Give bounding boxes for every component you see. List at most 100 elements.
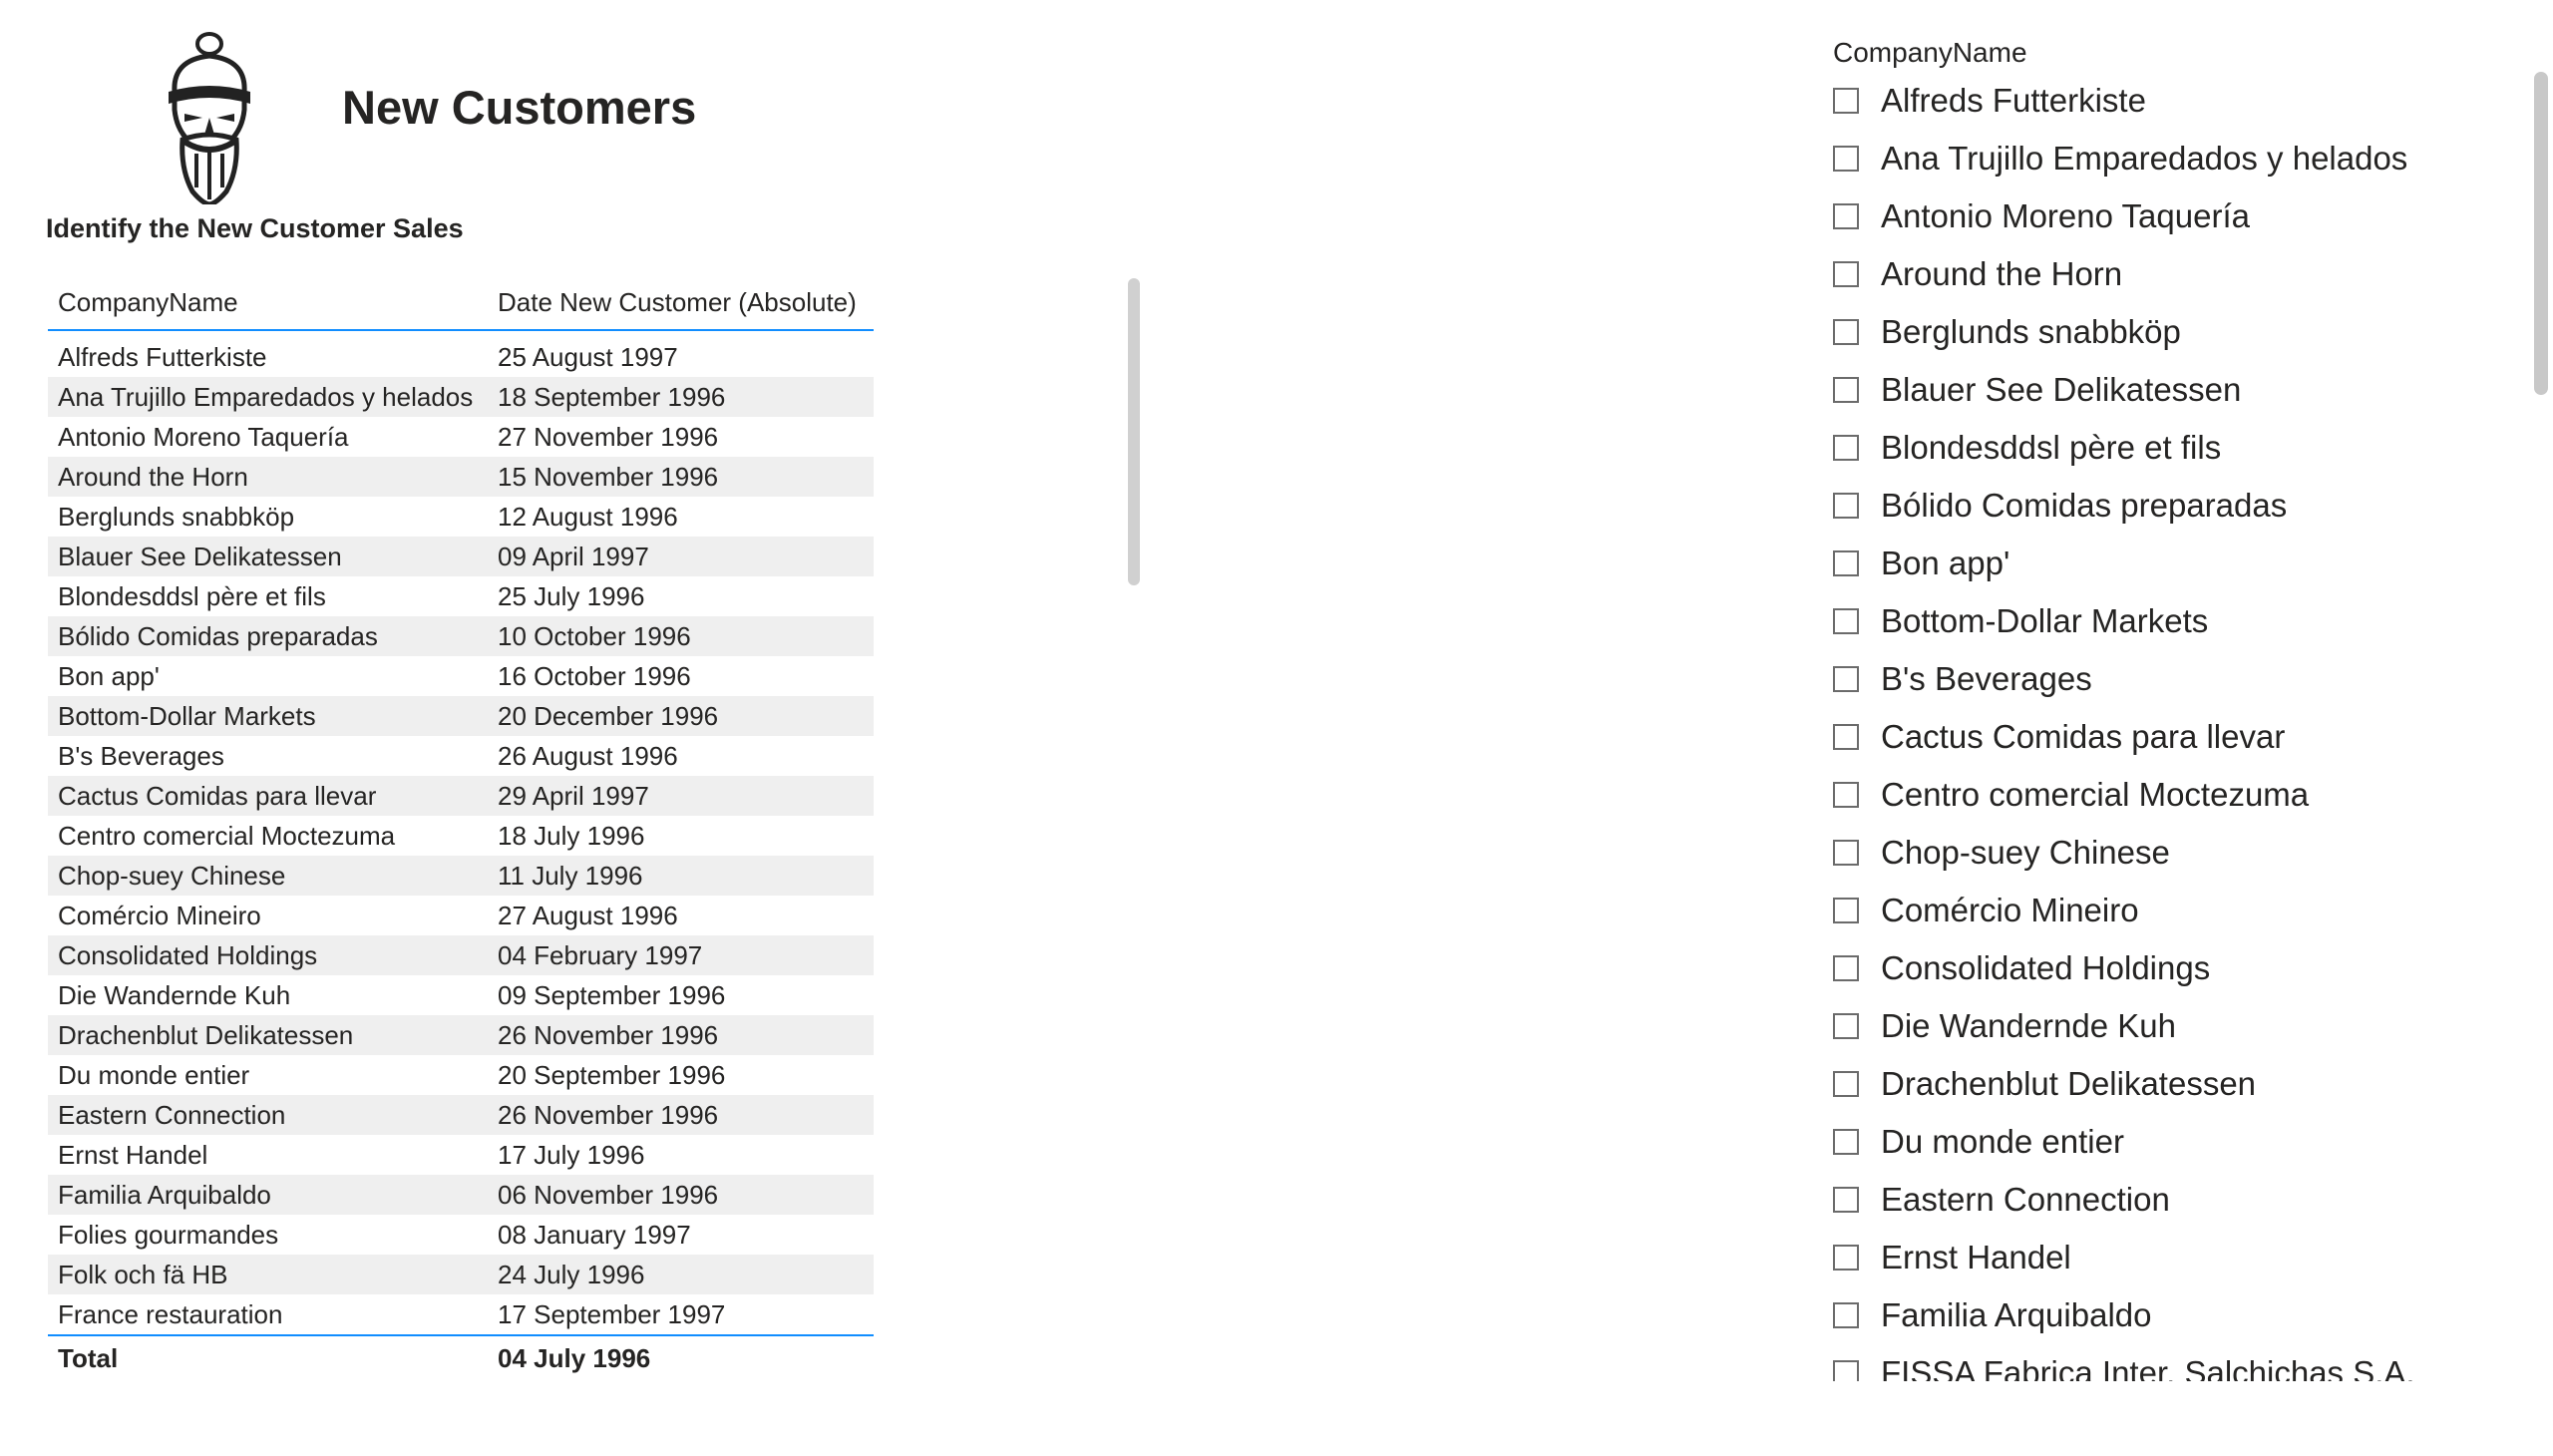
table-row[interactable]: Ernst Handel 17 July 1996 — [48, 1135, 874, 1175]
slicer-item[interactable]: Bon app' — [1833, 535, 2531, 592]
table-row[interactable]: Drachenblut Delikatessen 26 November 1996 — [48, 1015, 874, 1055]
table-row[interactable]: Ana Trujillo Emparedados y helados 18 Sep… — [48, 377, 874, 417]
checkbox[interactable] — [1833, 88, 1859, 114]
cell-date-new-customer: 24 July 1996 — [498, 1259, 645, 1289]
slicer-header: CompanyName — [1833, 37, 2027, 68]
table-row[interactable]: B's Beverages 26 August 1996 — [48, 736, 874, 776]
slicer-item-label: Du monde entier — [1881, 1123, 2124, 1160]
table-row[interactable]: Folk och fä HB 24 July 1996 — [48, 1255, 874, 1294]
checkbox[interactable] — [1833, 203, 1859, 229]
cell-companyname: B's Beverages — [58, 740, 224, 771]
cell-companyname: Antonio Moreno Taquería — [58, 421, 349, 452]
cell-date-new-customer: 10 October 1996 — [498, 620, 691, 651]
checkbox[interactable] — [1833, 898, 1859, 923]
table-row[interactable]: Bon app' 16 October 1996 — [48, 656, 874, 696]
column-header-date-new-customer[interactable]: Date New Customer (Absolute) — [488, 287, 874, 318]
cell-date-new-customer: 25 August 1997 — [498, 341, 678, 372]
checkbox[interactable] — [1833, 550, 1859, 576]
table-row[interactable]: Centro comercial Moctezuma 18 July 1996 — [48, 816, 874, 856]
slicer-item[interactable]: B's Beverages — [1833, 650, 2531, 708]
checkbox[interactable] — [1833, 840, 1859, 866]
slicer-item[interactable]: FISSA Fabrica Inter. Salchichas S.A. — [1833, 1344, 2531, 1381]
checkbox[interactable] — [1833, 1187, 1859, 1213]
table-row[interactable]: Alfreds Futterkiste 25 August 1997 — [48, 337, 874, 377]
column-header-companyname[interactable]: CompanyName — [48, 287, 488, 318]
checkbox[interactable] — [1833, 146, 1859, 172]
slicer-item[interactable]: Ana Trujillo Emparedados y helados — [1833, 130, 2531, 187]
table-header: CompanyName Date New Customer (Absolute) — [48, 275, 874, 331]
slicer-item[interactable]: Blauer See Delikatessen — [1833, 361, 2531, 419]
cell-companyname: Bon app' — [58, 660, 160, 691]
slicer-item[interactable]: Du monde entier — [1833, 1113, 2531, 1171]
cell-companyname: Folies gourmandes — [58, 1219, 279, 1250]
checkbox[interactable] — [1833, 319, 1859, 345]
table-row[interactable]: Blondesddsl père et fils 25 July 1996 — [48, 576, 874, 616]
checkbox[interactable] — [1833, 608, 1859, 634]
checkbox[interactable] — [1833, 666, 1859, 692]
slicer-item-label: Eastern Connection — [1881, 1181, 2170, 1218]
table-row[interactable]: Around the Horn 15 November 1996 — [48, 457, 874, 497]
table-row[interactable]: Consolidated Holdings 04 February 1997 — [48, 935, 874, 975]
table-row[interactable]: Chop-suey Chinese 11 July 1996 — [48, 856, 874, 896]
table-total-row: Total 04 July 1996 — [48, 1336, 874, 1380]
cell-companyname: Around the Horn — [58, 461, 248, 492]
table-row[interactable]: Antonio Moreno Taquería 27 November 1996 — [48, 417, 874, 457]
checkbox[interactable] — [1833, 724, 1859, 750]
slicer-item[interactable]: Berglunds snabbköp — [1833, 303, 2531, 361]
slicer-item[interactable]: Centro comercial Moctezuma — [1833, 766, 2531, 824]
slicer-item[interactable]: Consolidated Holdings — [1833, 939, 2531, 997]
checkbox[interactable] — [1833, 1013, 1859, 1039]
table-row[interactable]: Comércio Mineiro 27 August 1996 — [48, 896, 874, 935]
slicer-item[interactable]: Alfreds Futterkiste — [1833, 72, 2531, 130]
checkbox[interactable] — [1833, 1129, 1859, 1155]
slicer-item[interactable]: Comércio Mineiro — [1833, 882, 2531, 939]
checkbox[interactable] — [1833, 1071, 1859, 1097]
slicer-item-label: Around the Horn — [1881, 255, 2123, 292]
checkbox[interactable] — [1833, 493, 1859, 519]
slicer-item[interactable]: Antonio Moreno Taquería — [1833, 187, 2531, 245]
table-row[interactable]: Bottom-Dollar Markets 20 December 1996 — [48, 696, 874, 736]
slicer-item[interactable]: Cactus Comidas para llevar — [1833, 708, 2531, 766]
slicer-item[interactable]: Blondesddsl père et fils — [1833, 419, 2531, 477]
slicer-item[interactable]: Bottom-Dollar Markets — [1833, 592, 2531, 650]
slicer-item-label: Bólido Comidas preparadas — [1881, 487, 2288, 524]
cell-date-new-customer: 09 September 1996 — [498, 979, 726, 1010]
checkbox[interactable] — [1833, 261, 1859, 287]
cell-date-new-customer: 17 September 1997 — [498, 1298, 726, 1329]
cell-date-new-customer: 12 August 1996 — [498, 501, 678, 532]
table-scrollbar[interactable] — [1128, 278, 1140, 585]
table-row[interactable]: Familia Arquibaldo 06 November 1996 — [48, 1175, 874, 1215]
slicer-item[interactable]: Eastern Connection — [1833, 1171, 2531, 1229]
slicer-item[interactable]: Chop-suey Chinese — [1833, 824, 2531, 882]
slicer-item[interactable]: Bólido Comidas preparadas — [1833, 477, 2531, 535]
checkbox[interactable] — [1833, 1302, 1859, 1328]
slicer-item[interactable]: Familia Arquibaldo — [1833, 1286, 2531, 1344]
checkbox[interactable] — [1833, 1360, 1859, 1381]
table-row[interactable]: Folies gourmandes 08 January 1997 — [48, 1215, 874, 1255]
checkbox[interactable] — [1833, 955, 1859, 981]
table-row[interactable]: Blauer See Delikatessen 09 April 1997 — [48, 537, 874, 576]
slicer-item-label: B's Beverages — [1881, 660, 2092, 697]
slicer-item[interactable]: Die Wandernde Kuh — [1833, 997, 2531, 1055]
slicer-item[interactable]: Drachenblut Delikatessen — [1833, 1055, 2531, 1113]
slicer-item[interactable]: Ernst Handel — [1833, 1229, 2531, 1286]
slicer-item[interactable]: Around the Horn — [1833, 245, 2531, 303]
table-row[interactable]: Berglunds snabbköp 12 August 1996 — [48, 497, 874, 537]
cell-companyname: Blondesddsl père et fils — [58, 580, 326, 611]
new-customers-table[interactable]: CompanyName Date New Customer (Absolute)… — [48, 275, 874, 1380]
cell-companyname: Familia Arquibaldo — [58, 1179, 271, 1210]
slicer-scrollbar[interactable] — [2534, 72, 2548, 395]
cell-companyname: Centro comercial Moctezuma — [58, 820, 396, 851]
checkbox[interactable] — [1833, 435, 1859, 461]
table-row[interactable]: Du monde entier 20 September 1996 — [48, 1055, 874, 1095]
checkbox[interactable] — [1833, 1245, 1859, 1271]
checkbox[interactable] — [1833, 377, 1859, 403]
table-row[interactable]: Die Wandernde Kuh 09 September 1996 — [48, 975, 874, 1015]
cell-date-new-customer: 26 November 1996 — [498, 1099, 719, 1130]
table-row[interactable]: France restauration 17 September 1997 — [48, 1294, 874, 1334]
cell-companyname: Du monde entier — [58, 1059, 250, 1090]
table-row[interactable]: Bólido Comidas preparadas 10 October 1996 — [48, 616, 874, 656]
table-row[interactable]: Cactus Comidas para llevar 29 April 1997 — [48, 776, 874, 816]
table-row[interactable]: Eastern Connection 26 November 1996 — [48, 1095, 874, 1135]
checkbox[interactable] — [1833, 782, 1859, 808]
